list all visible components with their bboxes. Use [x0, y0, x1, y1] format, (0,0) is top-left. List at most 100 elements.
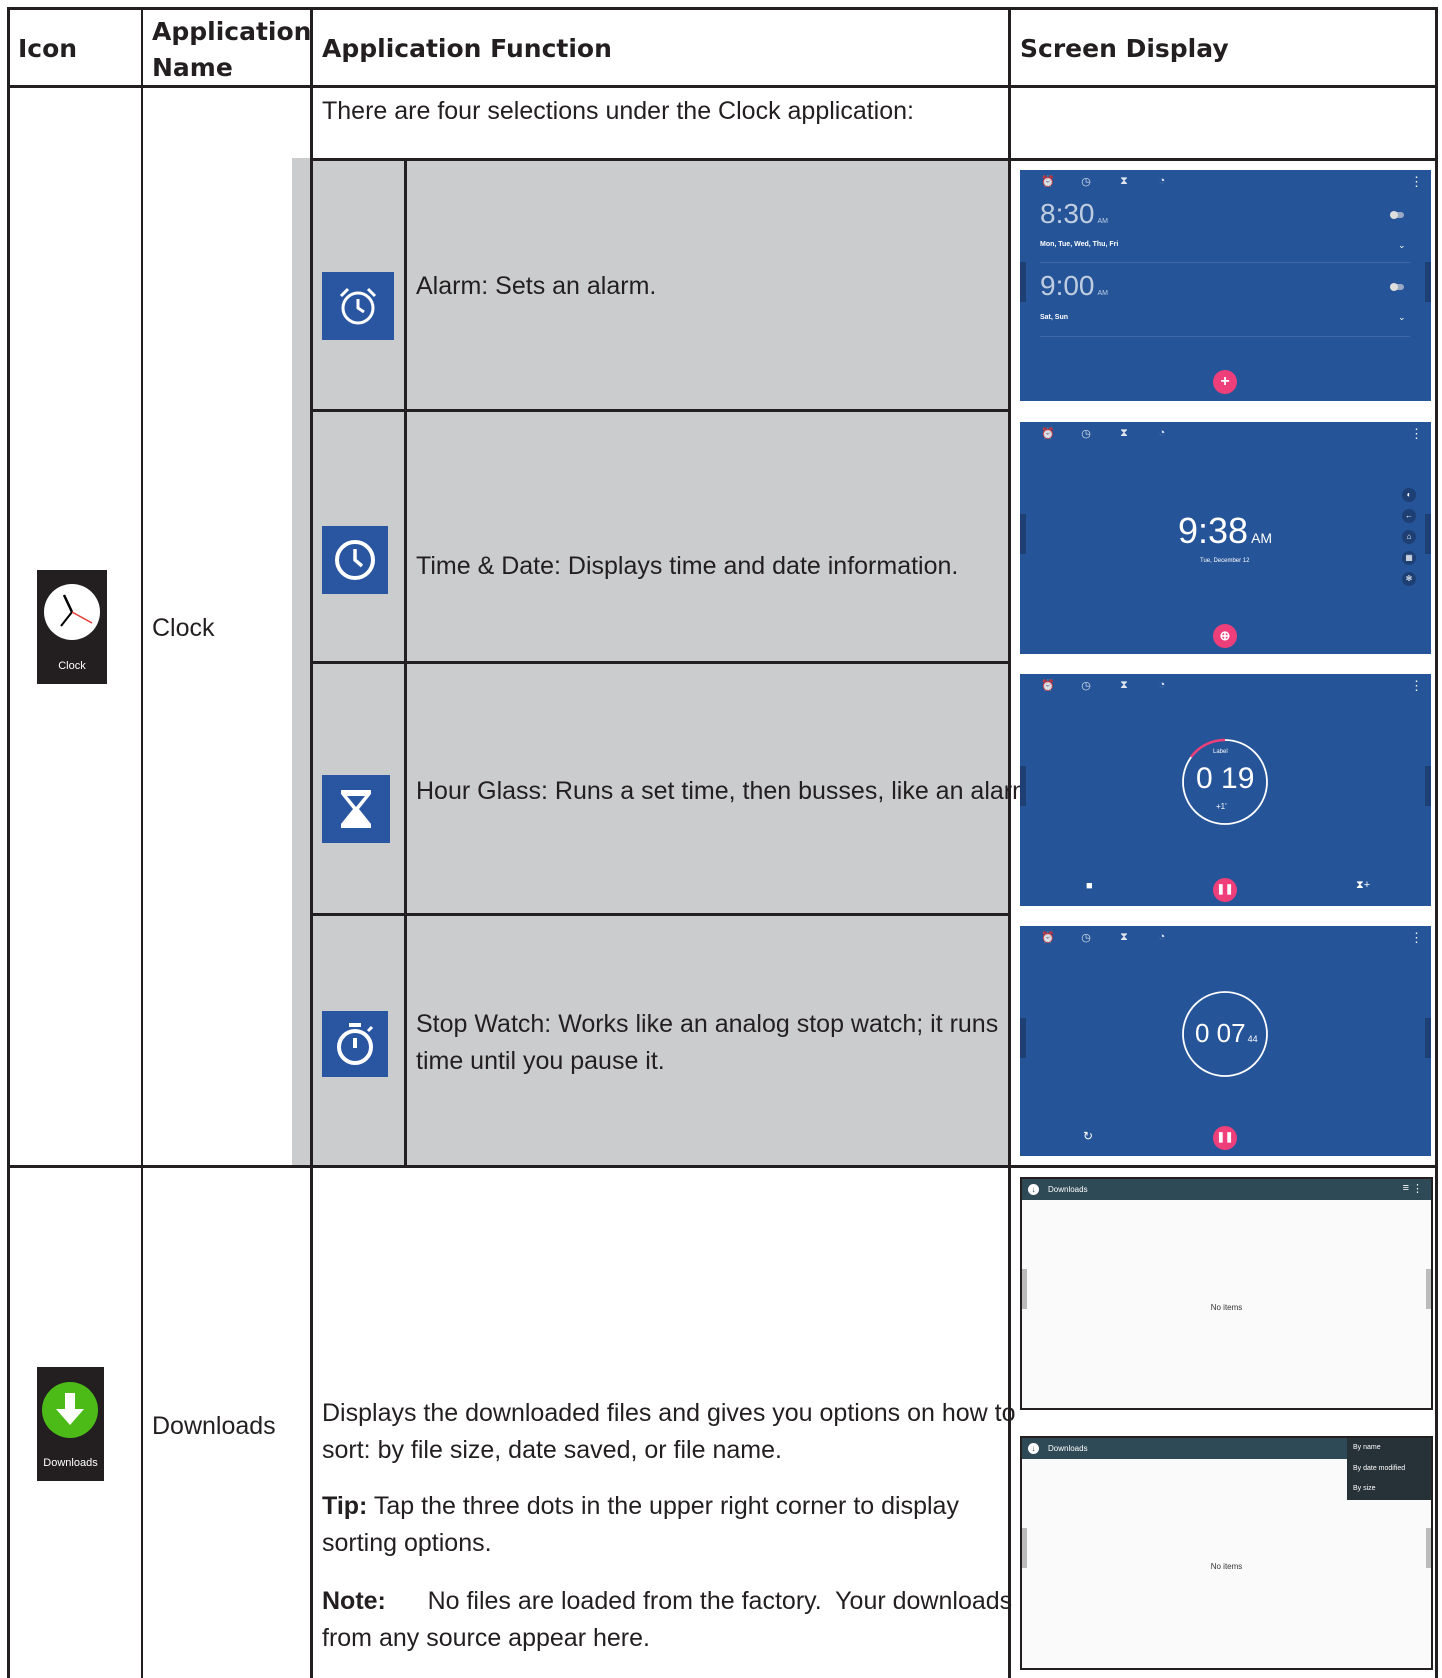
header-icon: Icon — [18, 34, 78, 63]
alarm-2-time: 9:00 — [1040, 270, 1095, 301]
downloads-desc-line1: Displays the downloaded files and gives … — [322, 1399, 1016, 1427]
side-controls: ◐ ← ⌂ ▦ ✻ — [1402, 488, 1416, 586]
alarm-1-toggle — [1390, 211, 1404, 219]
alarm-1-ampm: AM — [1097, 218, 1109, 225]
menu-dots-icon: ⋮ — [1410, 426, 1423, 441]
timer-tab-icon: ⧗ — [1120, 175, 1128, 187]
downloads-title: Downloads — [1048, 1185, 1088, 1194]
clock-tabs: ⏰ ◷ ⧗ ◔ — [1040, 175, 1170, 188]
clock-tab-icon: ◷ — [1081, 428, 1091, 440]
sort-by-size: By size — [1353, 1485, 1376, 1492]
alarm-tab-icon: ⏰ — [1041, 932, 1055, 944]
pause-fab: ❚❚ — [1213, 878, 1237, 902]
clock-app-tile: Clock — [37, 570, 107, 684]
timer-time: 0 19 — [1196, 762, 1255, 795]
menu-dots-icon: ⋮ — [1410, 930, 1423, 945]
note-line2: from any source appear here. — [322, 1624, 650, 1652]
clock-tabs: ⏰ ◷ ⧗ ◔ — [1040, 931, 1170, 944]
stopwatch-text-line2: time until you pause it. — [416, 1047, 665, 1075]
alarm-tab-icon: ⏰ — [1041, 428, 1055, 440]
world-clock-fab: ⊕ — [1213, 624, 1237, 648]
alarm-2-ampm: AM — [1097, 290, 1109, 297]
stopwatch-tab-icon: ◔ — [1158, 427, 1166, 439]
alarm-text: Alarm: Sets an alarm. — [416, 272, 657, 300]
sort-by-date-modified: By date modified — [1353, 1465, 1406, 1472]
alarm-2-toggle — [1390, 283, 1404, 291]
downloads-screenshot-2: ↓ Downloads By name By date modified By … — [1020, 1436, 1433, 1670]
current-time: 9:38 — [1178, 510, 1249, 551]
timer-tab-icon: ⧗ — [1120, 931, 1128, 943]
current-date: Tue, December 12 — [1200, 558, 1250, 564]
download-arrow-icon — [42, 1382, 98, 1438]
alarm-1-time: 8:30 — [1040, 198, 1095, 229]
downloads-screenshot-1: ↓ Downloads ≡ ⋮ No items — [1020, 1177, 1433, 1410]
downloads-tile-label: Downloads — [43, 1457, 98, 1469]
timer-label: Label — [1213, 749, 1228, 755]
clock-tile-label: Clock — [58, 660, 86, 672]
sort-menu: By name By date modified By size — [1347, 1438, 1431, 1500]
alarm-tab-icon: ⏰ — [1041, 680, 1055, 692]
tip-label: Tip: — [322, 1492, 368, 1520]
menu-dots-icon: ⋮ — [1410, 174, 1423, 189]
menu-dots-icon: ⋮ — [1412, 1183, 1423, 1195]
downloads-app-icon: ↓ — [1028, 1184, 1039, 1195]
clock-tab-icon: ◷ — [1081, 680, 1091, 692]
downloads-app-icon: ↓ — [1028, 1443, 1039, 1454]
tip-line2: sorting options. — [322, 1529, 492, 1557]
clock-icon — [335, 540, 375, 580]
sort-icon: ≡ — [1402, 1182, 1409, 1194]
tip-line1: Tap the three dots in the upper right co… — [367, 1492, 959, 1520]
stopwatch-tab-icon: ◔ — [1158, 175, 1166, 187]
downloads-description: Displays the downloaded files and gives … — [322, 1395, 1016, 1469]
downloads-app-name: Downloads — [152, 1412, 276, 1440]
alarm-screenshot: ⏰ ◷ ⧗ ◔ ⋮ 8:30 AM Mon, Tue, Wed, Thu, Fri ⌄ … — [1020, 170, 1431, 401]
timer-add-minute: +1' — [1216, 802, 1227, 811]
clock-tabs: ⏰ ◷ ⧗ ◔ — [1040, 427, 1170, 440]
stopwatch-text-line1: Stop Watch: Works like an analog stop wa… — [416, 1010, 999, 1038]
alarm-icon-tile — [322, 272, 394, 340]
alarm-2-days: Sat, Sun — [1040, 314, 1069, 321]
downloads-desc-line2: sort: by file size, date saved, or file … — [322, 1436, 782, 1464]
sort-by-name: By name — [1353, 1444, 1381, 1451]
stopwatch-tab-icon: ◔ — [1158, 679, 1166, 691]
header-app-name-line1: Application — [152, 17, 312, 46]
add-alarm-fab: + — [1213, 370, 1237, 394]
header-app-name-line2: Name — [152, 53, 233, 82]
stopwatch-tab-icon: ◔ — [1158, 931, 1166, 943]
hourglass-screenshot: ⏰ ◷ ⧗ ◔ ⋮ Label 0 19 +1' ■ ❚❚ ⧗+ — [1020, 674, 1431, 906]
clock-icon-tile — [322, 526, 388, 594]
alarm-1-expand-icon: ⌄ — [1398, 240, 1406, 250]
clock-app-name: Clock — [152, 614, 215, 642]
clock-intro-text: There are four selections under the Cloc… — [322, 97, 914, 125]
clock-tab-icon: ◷ — [1081, 932, 1091, 944]
time-date-screenshot: ⏰ ◷ ⧗ ◔ ⋮ 9:38 AM Tue, December 12 ◐ ← ⌂ ▦ ✻… — [1020, 422, 1431, 654]
time-date-text: Time & Date: Displays time and date info… — [416, 552, 959, 580]
empty-state-text: No items — [1210, 1562, 1243, 1571]
stopwatch-time: 0 07 — [1195, 1018, 1246, 1048]
stopwatch-icon-tile — [322, 1011, 388, 1077]
downloads-tip: Tip: Tap the three dots in the upper rig… — [322, 1488, 959, 1562]
stopwatch-hundredths: 44 — [1247, 1034, 1258, 1044]
clock-face-icon — [44, 584, 100, 640]
header-screen-display: Screen Display — [1020, 34, 1229, 63]
alarm-clock-icon — [339, 287, 377, 325]
clock-tab-icon: ◷ — [1081, 176, 1091, 188]
delete-icon: ■ — [1086, 880, 1093, 892]
timer-tab-icon: ⧗ — [1120, 427, 1128, 439]
reset-icon: ↻ — [1083, 1129, 1094, 1143]
hourglass-text: Hour Glass: Runs a set time, then busses… — [416, 777, 1040, 805]
menu-dots-icon: ⋮ — [1410, 678, 1423, 693]
header-application-name: Application Name — [152, 14, 311, 86]
stopwatch-screenshot: ⏰ ◷ ⧗ ◔ ⋮ 0 07 44 ↻ ❚❚ — [1020, 926, 1431, 1156]
add-timer-icon: ⧗+ — [1356, 879, 1371, 891]
stopwatch-icon — [337, 1023, 374, 1065]
clock-tabs: ⏰ ◷ ⧗ ◔ — [1040, 679, 1170, 692]
hourglass-icon-tile — [322, 775, 390, 843]
hourglass-icon — [341, 790, 371, 828]
empty-state-text: No items — [1210, 1303, 1243, 1312]
note-line1: No files are loaded from the factory. Yo… — [385, 1587, 1013, 1615]
note-label: Note: — [322, 1587, 386, 1615]
timer-tab-icon: ⧗ — [1120, 679, 1128, 691]
downloads-app-tile: Downloads — [37, 1367, 104, 1481]
header-application-function: Application Function — [322, 34, 612, 63]
